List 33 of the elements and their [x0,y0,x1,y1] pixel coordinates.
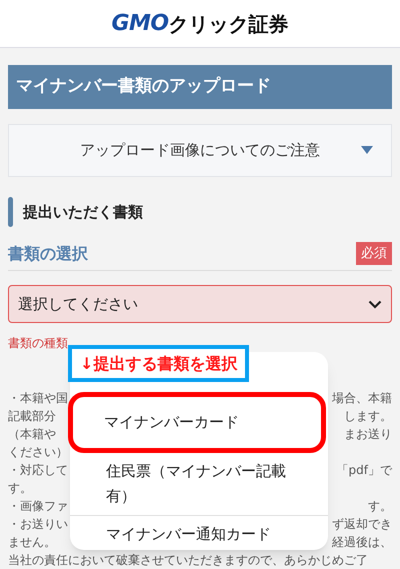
note-text: 当社の責任において破棄させていただきますので、あらかじめご了 [8,552,368,569]
dropdown-option[interactable]: マイナンバー通知カード [70,516,328,553]
field-label: 書類の選択 [8,242,88,264]
required-badge: 必須 [356,242,392,266]
note-text: （本籍や [8,426,56,443]
note-text: 記載部分 [8,408,56,425]
logo-wordmark-kana: クリック証券 [168,10,288,38]
notice-accordion[interactable]: アップロード画像についてのご注意 [8,124,392,177]
document-select[interactable]: 選択してください [8,285,392,323]
note-text: します。 [344,408,392,425]
section-heading: 提出いただく書類 [23,202,143,223]
heading-accent-bar [8,197,13,227]
note-text: 経過後は、 [332,534,392,551]
triangle-icon [361,146,373,154]
note-text: ・画像ファ [8,498,68,515]
dropdown-option[interactable]: マイナンバーカード [68,392,326,453]
note-text: 場合、本籍 [332,390,392,407]
note-text: ください） [8,444,68,461]
logo-wordmark: GMO [111,10,168,38]
note-text: まお送り [344,426,392,443]
note-text: ・本籍や国 [8,390,68,407]
note-text: す。 [8,480,32,497]
note-text: ・対応して [8,462,68,479]
note-text: ず返却でき [332,516,392,533]
chevron-down-icon [368,300,382,308]
dropdown-option[interactable]: 住民票（マイナンバー記載有） [70,453,328,516]
page-title-bar: マイナンバー書類のアップロード [8,65,392,109]
annotation-tooltip: ↓提出する書類を選択 [68,345,250,382]
note-text: ません。 [8,534,56,551]
hint-text: 書類の種類 [8,335,69,351]
note-text: ・お送りい [8,516,68,533]
note-text: す。 [368,498,392,515]
note-text: 「pdf」で [336,462,392,479]
